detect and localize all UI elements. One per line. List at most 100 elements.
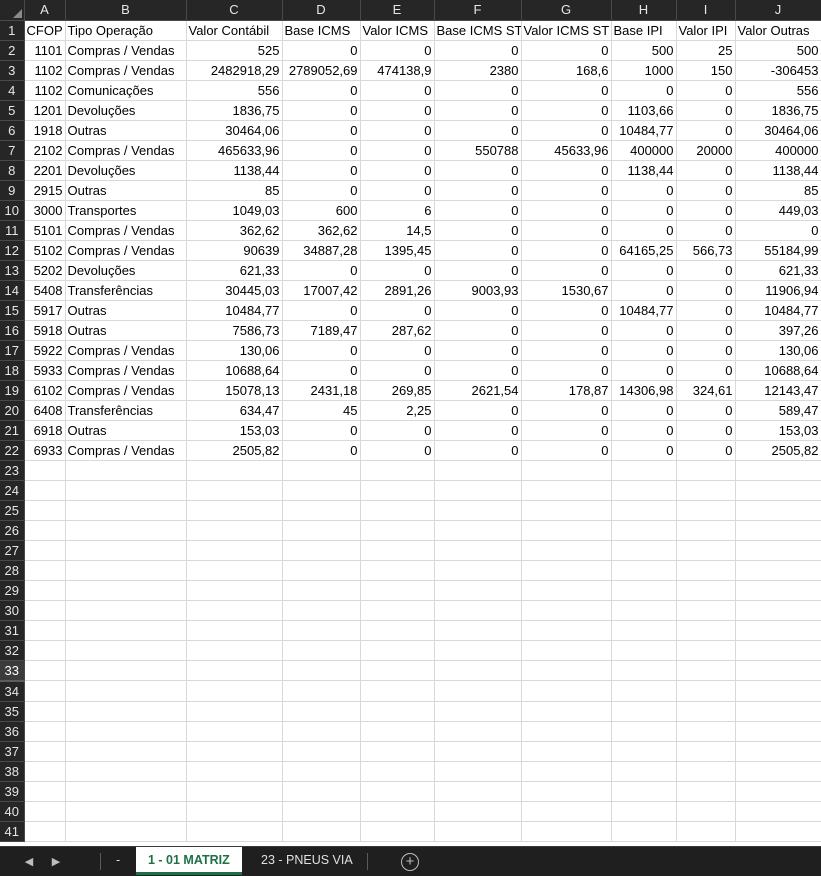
cell-c36[interactable] xyxy=(186,721,283,742)
cell-d27[interactable] xyxy=(282,540,361,561)
cell-g36[interactable] xyxy=(521,721,612,742)
cell-f2[interactable]: 0 xyxy=(434,40,522,61)
cell-f37[interactable] xyxy=(434,741,522,762)
cell-d32[interactable] xyxy=(282,640,361,661)
cell-d18[interactable]: 0 xyxy=(282,360,361,381)
row-header[interactable]: 13 xyxy=(0,260,25,281)
cell-a9[interactable]: 2915 xyxy=(24,180,66,201)
cell-j5[interactable]: 1836,75 xyxy=(735,100,821,121)
row-header[interactable]: 10 xyxy=(0,200,25,221)
cell-h8[interactable]: 1138,44 xyxy=(611,160,677,181)
cell-c20[interactable]: 634,47 xyxy=(186,400,283,421)
cell-c37[interactable] xyxy=(186,741,283,762)
cell-j19[interactable]: 12143,47 xyxy=(735,380,821,401)
cell-h28[interactable] xyxy=(611,560,677,581)
cell-j12[interactable]: 55184,99 xyxy=(735,240,821,261)
cell-b15[interactable]: Outras xyxy=(65,300,187,321)
cell-f33[interactable] xyxy=(434,660,522,681)
cell-h6[interactable]: 10484,77 xyxy=(611,120,677,141)
cell-e29[interactable] xyxy=(360,580,435,601)
cell-g2[interactable]: 0 xyxy=(521,40,612,61)
cell-a40[interactable] xyxy=(24,801,66,822)
cell-g33[interactable] xyxy=(521,660,612,681)
cell-c19[interactable]: 15078,13 xyxy=(186,380,283,401)
cell-c38[interactable] xyxy=(186,761,283,782)
cell-d16[interactable]: 7189,47 xyxy=(282,320,361,341)
cell-f15[interactable]: 0 xyxy=(434,300,522,321)
cell-f5[interactable]: 0 xyxy=(434,100,522,121)
cell-e37[interactable] xyxy=(360,741,435,762)
cell-b16[interactable]: Outras xyxy=(65,320,187,341)
cell-b11[interactable]: Compras / Vendas xyxy=(65,220,187,241)
cell-f36[interactable] xyxy=(434,721,522,742)
cell-h30[interactable] xyxy=(611,600,677,621)
cell-f4[interactable]: 0 xyxy=(434,80,522,101)
cell-g16[interactable]: 0 xyxy=(521,320,612,341)
cell-b21[interactable]: Outras xyxy=(65,420,187,441)
cell-f8[interactable]: 0 xyxy=(434,160,522,181)
cell-c41[interactable] xyxy=(186,821,283,842)
cell-i6[interactable]: 0 xyxy=(676,120,736,141)
cell-j21[interactable]: 153,03 xyxy=(735,420,821,441)
cell-d29[interactable] xyxy=(282,580,361,601)
cell-g14[interactable]: 1530,67 xyxy=(521,280,612,301)
cell-j40[interactable] xyxy=(735,801,821,822)
cell-c26[interactable] xyxy=(186,520,283,541)
cell-d11[interactable]: 362,62 xyxy=(282,220,361,241)
cell-a17[interactable]: 5922 xyxy=(24,340,66,361)
cell-a8[interactable]: 2201 xyxy=(24,160,66,181)
cell-a25[interactable] xyxy=(24,500,66,521)
cell-f26[interactable] xyxy=(434,520,522,541)
cell-h34[interactable] xyxy=(611,680,677,702)
cell-f12[interactable]: 0 xyxy=(434,240,522,261)
cell-i1[interactable]: Valor IPI xyxy=(676,20,736,41)
cell-h21[interactable]: 0 xyxy=(611,420,677,441)
row-header[interactable]: 9 xyxy=(0,180,25,201)
cell-e5[interactable]: 0 xyxy=(360,100,435,121)
cell-g8[interactable]: 0 xyxy=(521,160,612,181)
cell-a21[interactable]: 6918 xyxy=(24,420,66,441)
cell-j20[interactable]: 589,47 xyxy=(735,400,821,421)
cell-a7[interactable]: 2102 xyxy=(24,140,66,161)
cell-e31[interactable] xyxy=(360,620,435,641)
cell-f18[interactable]: 0 xyxy=(434,360,522,381)
cell-a41[interactable] xyxy=(24,821,66,842)
cell-c8[interactable]: 1138,44 xyxy=(186,160,283,181)
cell-g28[interactable] xyxy=(521,560,612,581)
cell-d1[interactable]: Base ICMS xyxy=(282,20,361,41)
cell-d6[interactable]: 0 xyxy=(282,120,361,141)
cell-e27[interactable] xyxy=(360,540,435,561)
cell-j24[interactable] xyxy=(735,480,821,501)
cell-c29[interactable] xyxy=(186,580,283,601)
cell-j33[interactable] xyxy=(735,660,821,681)
cell-i33[interactable] xyxy=(676,660,736,681)
cell-c34[interactable] xyxy=(186,680,283,702)
row-header[interactable]: 12 xyxy=(0,240,25,261)
cell-f23[interactable] xyxy=(434,460,522,481)
cell-d21[interactable]: 0 xyxy=(282,420,361,441)
row-header[interactable]: 25 xyxy=(0,500,25,521)
cell-f19[interactable]: 2621,54 xyxy=(434,380,522,401)
cell-i13[interactable]: 0 xyxy=(676,260,736,281)
cell-e7[interactable]: 0 xyxy=(360,140,435,161)
cell-b31[interactable] xyxy=(65,620,187,641)
cell-b10[interactable]: Transportes xyxy=(65,200,187,221)
cell-a1[interactable]: CFOP xyxy=(24,20,66,41)
cell-i10[interactable]: 0 xyxy=(676,200,736,221)
cell-c16[interactable]: 7586,73 xyxy=(186,320,283,341)
cell-i18[interactable]: 0 xyxy=(676,360,736,381)
cell-j7[interactable]: 400000 xyxy=(735,140,821,161)
cell-g35[interactable] xyxy=(521,701,612,722)
cell-a29[interactable] xyxy=(24,580,66,601)
cell-f6[interactable]: 0 xyxy=(434,120,522,141)
cell-j35[interactable] xyxy=(735,701,821,722)
cell-b6[interactable]: Outras xyxy=(65,120,187,141)
row-header[interactable]: 26 xyxy=(0,520,25,541)
cell-b35[interactable] xyxy=(65,701,187,722)
cell-e30[interactable] xyxy=(360,600,435,621)
cell-h13[interactable]: 0 xyxy=(611,260,677,281)
cell-b30[interactable] xyxy=(65,600,187,621)
cell-h35[interactable] xyxy=(611,701,677,722)
cell-i28[interactable] xyxy=(676,560,736,581)
row-header[interactable]: 21 xyxy=(0,420,25,441)
